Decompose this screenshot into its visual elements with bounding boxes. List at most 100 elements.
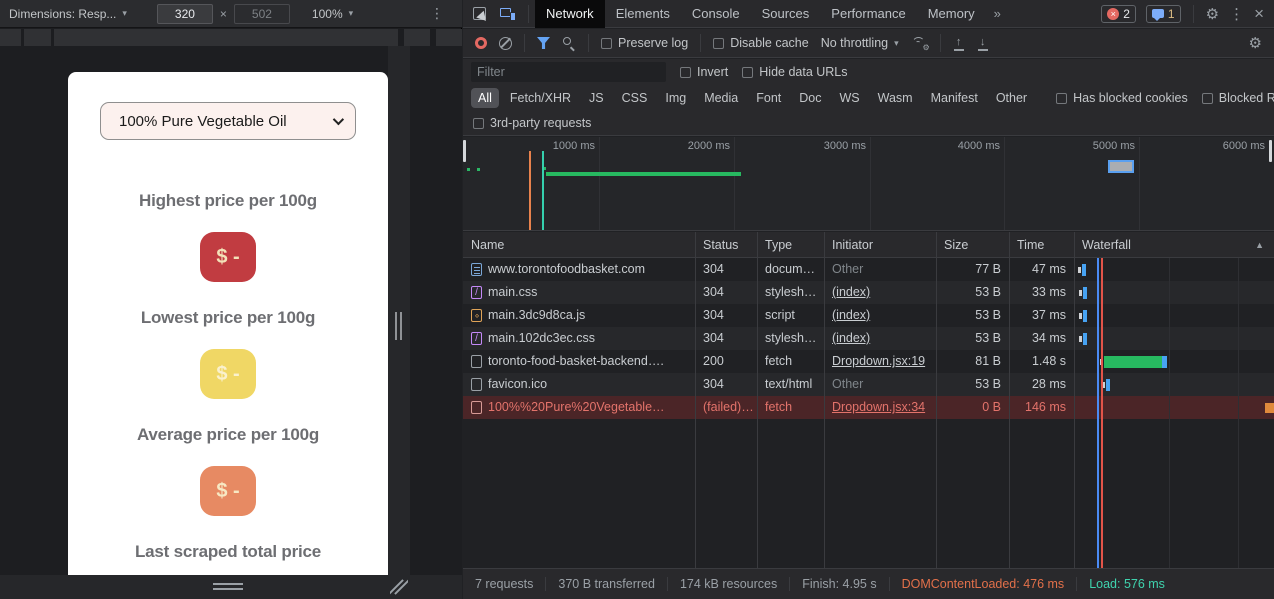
network-settings-gear-icon[interactable]: ⚙ bbox=[1249, 34, 1262, 52]
inspect-element-icon[interactable] bbox=[473, 7, 486, 20]
scroll-segment bbox=[0, 29, 21, 46]
chip-wasm[interactable]: Wasm bbox=[871, 88, 920, 108]
scroll-segment bbox=[24, 29, 51, 46]
disable-cache-checkbox[interactable]: Disable cache bbox=[713, 36, 809, 50]
waterfall-bar bbox=[1106, 379, 1110, 391]
error-count-badge[interactable]: × 2 bbox=[1101, 5, 1136, 23]
import-har-icon[interactable]: ↑ bbox=[953, 36, 965, 51]
search-icon[interactable] bbox=[562, 36, 576, 50]
filter-input[interactable] bbox=[471, 62, 666, 82]
initiator-link[interactable]: (index) bbox=[832, 285, 870, 299]
tab-performance[interactable]: Performance bbox=[820, 0, 916, 28]
network-conditions-icon[interactable]: ⚙ bbox=[911, 36, 928, 50]
issues-count-badge[interactable]: 1 bbox=[1146, 5, 1181, 23]
column-header-time[interactable]: Time bbox=[1009, 232, 1074, 258]
invert-label: Invert bbox=[697, 65, 728, 79]
invert-checkbox[interactable]: Invert bbox=[680, 65, 728, 79]
overview-range-handle[interactable] bbox=[463, 140, 466, 162]
request-status-cell: 304 bbox=[695, 373, 757, 396]
initiator-link[interactable]: Dropdown.jsx:19 bbox=[832, 354, 925, 368]
blocked-requests-checkbox[interactable]: Blocked Requests bbox=[1202, 91, 1274, 105]
viewport-width-drag-handle[interactable] bbox=[395, 312, 404, 340]
zoom-dropdown[interactable]: 100% ▾ bbox=[312, 7, 353, 21]
chip-ws[interactable]: WS bbox=[832, 88, 866, 108]
chip-other[interactable]: Other bbox=[989, 88, 1034, 108]
dimensions-dropdown[interactable]: Dimensions: Resp... ▾ bbox=[9, 7, 127, 21]
height-input[interactable] bbox=[234, 4, 290, 24]
request-type-cell: fetch bbox=[757, 350, 824, 373]
chip-js[interactable]: JS bbox=[582, 88, 611, 108]
request-row[interactable]: main.3dc9d8ca.js304script(index)53 B37 m… bbox=[463, 304, 1274, 327]
record-button[interactable] bbox=[475, 37, 487, 49]
request-row[interactable]: toronto-food-basket-backend….200fetchDro… bbox=[463, 350, 1274, 373]
more-tabs-icon[interactable]: » bbox=[986, 6, 1009, 21]
tab-elements[interactable]: Elements bbox=[605, 0, 681, 28]
chip-manifest[interactable]: Manifest bbox=[924, 88, 985, 108]
overview-range-handle[interactable] bbox=[1269, 140, 1272, 162]
viewport-corner-drag-handle[interactable] bbox=[390, 579, 408, 595]
export-har-icon[interactable]: ↓ bbox=[977, 36, 989, 51]
chip-doc[interactable]: Doc bbox=[792, 88, 828, 108]
settings-gear-icon[interactable]: ⚙ bbox=[1206, 5, 1219, 23]
viewport-height-drag-handle[interactable] bbox=[213, 583, 243, 591]
hide-data-urls-checkbox[interactable]: Hide data URLs bbox=[742, 65, 847, 79]
request-row[interactable]: main.css304stylesh…(index)53 B33 ms bbox=[463, 281, 1274, 304]
preserve-log-checkbox[interactable]: Preserve log bbox=[601, 36, 688, 50]
request-initiator-cell: Dropdown.jsx:34 bbox=[824, 396, 936, 419]
separator bbox=[1193, 5, 1194, 23]
checkbox-icon bbox=[680, 67, 691, 78]
price-card-last-scraped-total-price: Last scraped total price$ - bbox=[135, 542, 321, 575]
request-row[interactable]: www.torontofoodbasket.com304docum…Other7… bbox=[463, 258, 1274, 281]
device-viewport: 100% Pure Vegetable Oil Highest price pe… bbox=[0, 46, 462, 575]
timeline-gridline bbox=[599, 137, 600, 231]
type-filter-chips: AllFetch/XHRJSCSSImgMediaFontDocWSWasmMa… bbox=[471, 88, 1034, 108]
column-header-type[interactable]: Type bbox=[757, 232, 824, 258]
column-header-name[interactable]: Name bbox=[463, 232, 695, 258]
column-header-status[interactable]: Status bbox=[695, 232, 757, 258]
tab-sources[interactable]: Sources bbox=[751, 0, 821, 28]
chip-css[interactable]: CSS bbox=[615, 88, 655, 108]
width-input[interactable] bbox=[157, 4, 213, 24]
tab-memory[interactable]: Memory bbox=[917, 0, 986, 28]
column-header-waterfall[interactable]: Waterfall▲ bbox=[1074, 232, 1274, 258]
request-row[interactable]: favicon.ico304text/htmlOther53 B28 ms bbox=[463, 373, 1274, 396]
request-waterfall-cell bbox=[1074, 327, 1274, 350]
chip-media[interactable]: Media bbox=[697, 88, 745, 108]
device-toolbar-menu-icon[interactable]: ⋮ bbox=[430, 5, 444, 22]
request-row[interactable]: 100%%20Pure%20Vegetable…(failed)…fetchDr… bbox=[463, 396, 1274, 419]
column-header-initiator[interactable]: Initiator bbox=[824, 232, 936, 258]
throttling-value: No throttling bbox=[821, 36, 888, 50]
close-icon[interactable]: × bbox=[1254, 4, 1264, 24]
request-initiator-cell: Dropdown.jsx:19 bbox=[824, 350, 936, 373]
filter-toggle-icon[interactable] bbox=[537, 37, 550, 49]
initiator-link[interactable]: (index) bbox=[832, 331, 870, 345]
chip-fetch-xhr[interactable]: Fetch/XHR bbox=[503, 88, 578, 108]
device-toolbar-toggle-icon[interactable] bbox=[500, 7, 516, 21]
timeline-tick-label: 1000 ms bbox=[553, 140, 595, 152]
tab-console[interactable]: Console bbox=[681, 0, 751, 28]
tab-network[interactable]: Network bbox=[535, 0, 605, 28]
initiator-link[interactable]: Dropdown.jsx:34 bbox=[832, 400, 925, 414]
timeline-overview[interactable]: 1000 ms2000 ms3000 ms4000 ms5000 ms6000 … bbox=[463, 137, 1274, 231]
request-waterfall-cell bbox=[1074, 350, 1274, 373]
third-party-checkbox[interactable]: 3rd-party requests bbox=[473, 116, 591, 130]
column-header-size[interactable]: Size bbox=[936, 232, 1009, 258]
price-card-highest-price-per-100g: Highest price per 100g$ - bbox=[139, 191, 317, 282]
product-select[interactable]: 100% Pure Vegetable Oil bbox=[100, 102, 356, 140]
doc-file-icon bbox=[471, 263, 482, 276]
initiator-link[interactable]: (index) bbox=[832, 308, 870, 322]
throttling-dropdown[interactable]: No throttling ▾ bbox=[821, 36, 899, 50]
overview-screenshot-thumb[interactable] bbox=[1108, 160, 1134, 173]
device-scroll-strip[interactable] bbox=[0, 29, 462, 46]
clear-button[interactable] bbox=[499, 37, 512, 50]
has-blocked-cookies-checkbox[interactable]: Has blocked cookies bbox=[1056, 91, 1188, 105]
separator bbox=[700, 34, 701, 52]
waterfall-bar bbox=[1082, 264, 1086, 276]
plain-file-icon bbox=[471, 401, 482, 414]
chip-all[interactable]: All bbox=[471, 88, 499, 108]
chip-img[interactable]: Img bbox=[658, 88, 693, 108]
price-card-lowest-price-per-100g: Lowest price per 100g$ - bbox=[141, 308, 315, 399]
devtools-menu-icon[interactable]: ⋮ bbox=[1229, 5, 1244, 23]
chip-font[interactable]: Font bbox=[749, 88, 788, 108]
request-row[interactable]: main.102dc3ec.css304stylesh…(index)53 B3… bbox=[463, 327, 1274, 350]
